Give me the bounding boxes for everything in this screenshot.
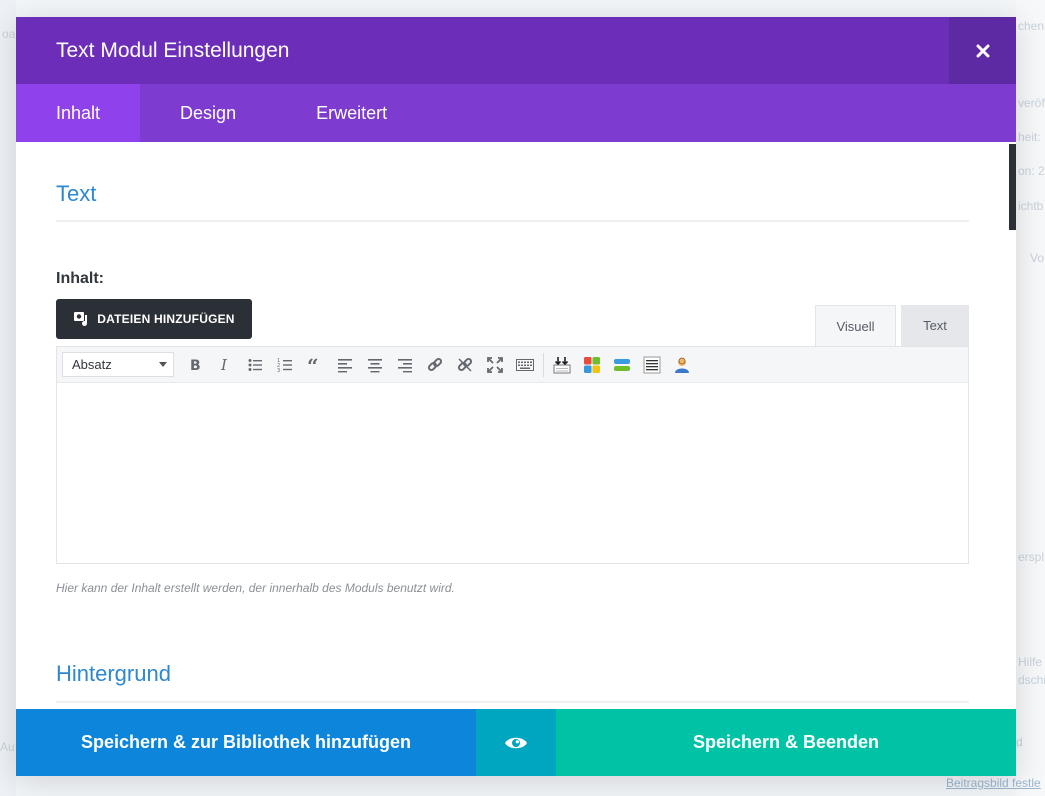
- numbered-list-icon: 123: [277, 358, 292, 373]
- divider-button[interactable]: [607, 351, 637, 379]
- align-left-button[interactable]: [330, 351, 360, 379]
- section-title-background: Hintergrund: [56, 661, 171, 686]
- svg-text:I: I: [220, 357, 228, 373]
- blockquote-icon: “: [307, 357, 319, 373]
- insert-more-icon: [553, 356, 571, 373]
- editor-toolbar: Absatz B I 123 “: [57, 347, 968, 383]
- format-select[interactable]: Absatz: [62, 352, 174, 377]
- bullet-list-button[interactable]: [240, 351, 270, 379]
- insert-more-button[interactable]: [547, 351, 577, 379]
- background-text: heit:: [1018, 130, 1041, 144]
- background-text: veröffe: [1018, 96, 1045, 110]
- tab-design[interactable]: Design: [140, 84, 276, 142]
- background-left-strip: [0, 0, 16, 796]
- fullscreen-icon: [487, 356, 503, 373]
- background-text: Vo: [1030, 251, 1045, 265]
- background-text: dschi: [1018, 673, 1045, 687]
- toolbar-toggle-icon: [516, 358, 534, 371]
- chevron-down-icon: [159, 361, 167, 367]
- svg-text:3: 3: [277, 368, 280, 373]
- modal-footer: Speichern & zur Bibliothek hinzufügen Sp…: [16, 709, 1016, 776]
- toolbar-toggle-button[interactable]: [510, 351, 540, 379]
- background-text: on: 2: [1018, 164, 1045, 178]
- svg-text:“: “: [307, 357, 319, 373]
- settings-content: Text Inhalt: DATEIEN HINZUFÜGEN Visuell …: [16, 142, 1016, 709]
- eye-icon: [505, 737, 527, 748]
- format-select-value: Absatz: [72, 357, 112, 372]
- shortcodes-icon: [584, 356, 600, 373]
- preview-button[interactable]: [476, 709, 556, 776]
- link-button[interactable]: [420, 351, 450, 379]
- section-divider: [56, 220, 969, 222]
- paragraph-button[interactable]: [637, 351, 667, 379]
- bold-icon: B: [190, 358, 201, 373]
- add-media-button[interactable]: DATEIEN HINZUFÜGEN: [56, 299, 252, 339]
- fullscreen-button[interactable]: [480, 351, 510, 379]
- shortcodes-button[interactable]: [577, 351, 607, 379]
- background-text: Hilfe: [1018, 655, 1043, 669]
- align-right-button[interactable]: [390, 351, 420, 379]
- user-button[interactable]: [667, 351, 697, 379]
- section-title-text: Text: [56, 181, 97, 206]
- italic-button[interactable]: I: [210, 351, 240, 379]
- italic-icon: I: [220, 357, 228, 373]
- editor-content-area[interactable]: [57, 383, 968, 563]
- add-media-label: DATEIEN HINZUFÜGEN: [97, 312, 235, 326]
- unlink-icon: [457, 357, 473, 372]
- rich-text-editor: Absatz B I 123 “: [56, 346, 969, 564]
- content-help-text: Hier kann der Inhalt erstellt werden, de…: [56, 581, 455, 595]
- align-right-icon: [398, 358, 412, 372]
- user-icon: [675, 357, 689, 373]
- background-text: erspl: [1018, 550, 1045, 564]
- close-button[interactable]: [949, 17, 1016, 84]
- link-icon: [427, 357, 443, 371]
- editor-tab-visual[interactable]: Visuell: [815, 305, 896, 346]
- align-left-icon: [338, 358, 352, 372]
- module-settings-modal: Text Modul Einstellungen Inhalt Design E…: [16, 17, 1016, 776]
- tab-inhalt[interactable]: Inhalt: [16, 84, 141, 142]
- bullet-list-icon: [248, 358, 262, 371]
- svg-text:B: B: [190, 358, 201, 373]
- background-featured-image-link: Beitragsbild festle: [946, 776, 1041, 790]
- align-center-button[interactable]: [360, 351, 390, 379]
- modal-header: Text Modul Einstellungen: [16, 17, 1016, 84]
- content-field-label: Inhalt:: [56, 270, 104, 287]
- divider-icon: [614, 358, 630, 371]
- unlink-button[interactable]: [450, 351, 480, 379]
- tab-erweitert[interactable]: Erweitert: [276, 84, 427, 142]
- save-and-close-button[interactable]: Speichern & Beenden: [556, 709, 1016, 776]
- paragraph-icon: [643, 356, 661, 373]
- settings-tabs: Inhalt Design Erweitert: [16, 84, 1016, 142]
- background-text: d: [1016, 735, 1023, 749]
- media-icon: [74, 312, 88, 326]
- blockquote-button[interactable]: “: [300, 351, 330, 379]
- section-divider: [56, 701, 969, 703]
- scrollbar-thumb[interactable]: [1009, 144, 1016, 230]
- toolbar-separator: [543, 352, 544, 377]
- bold-button[interactable]: B: [180, 351, 210, 379]
- align-center-icon: [368, 358, 382, 372]
- save-to-library-button[interactable]: Speichern & zur Bibliothek hinzufügen: [16, 709, 476, 776]
- numbered-list-button[interactable]: 123: [270, 351, 300, 379]
- modal-title: Text Modul Einstellungen: [56, 39, 290, 62]
- background-text: ichtb: [1018, 199, 1044, 213]
- background-text: Au: [0, 740, 15, 754]
- background-text: chen: [1018, 19, 1045, 33]
- editor-tab-text[interactable]: Text: [901, 305, 969, 346]
- close-icon: [976, 44, 989, 57]
- background-text: oa: [2, 27, 16, 41]
